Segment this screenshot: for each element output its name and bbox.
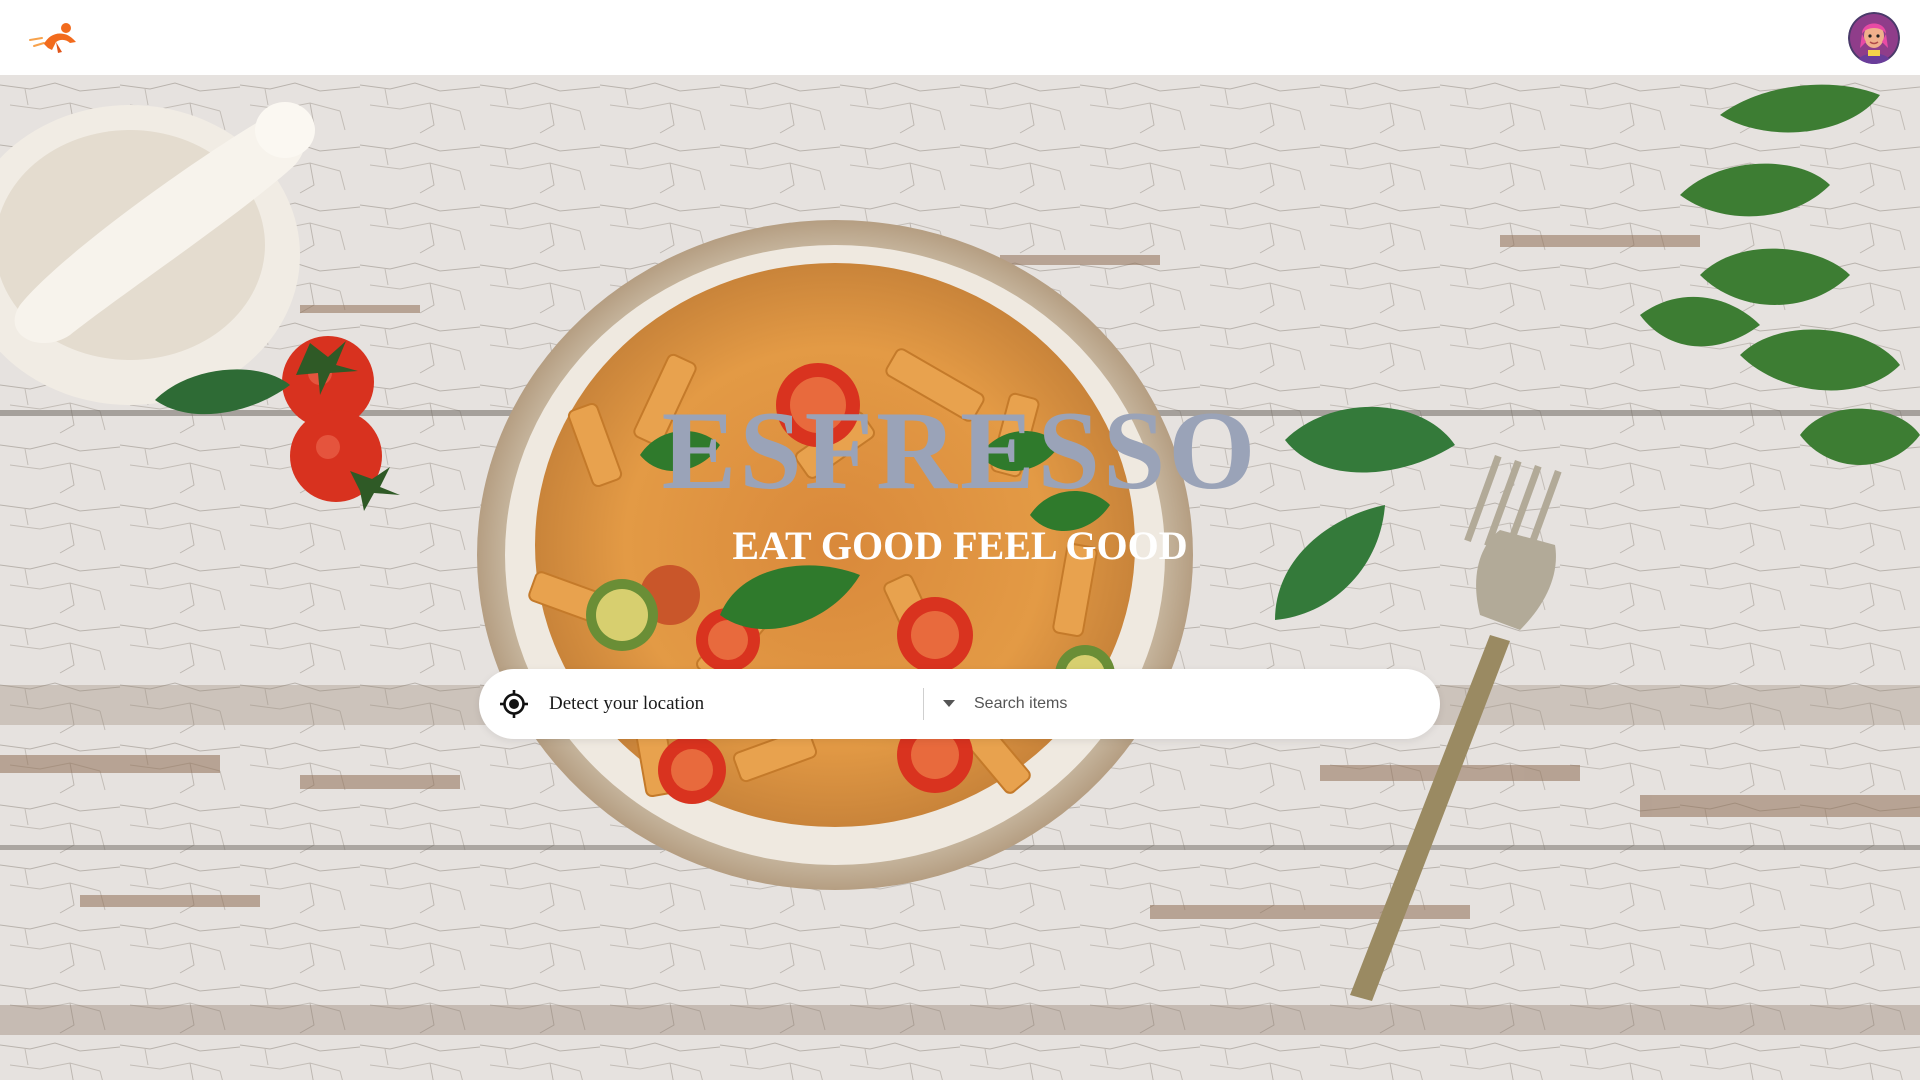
search-bar: Detect your location (479, 669, 1440, 739)
brand-tagline: EAT GOOD FEEL GOOD (732, 523, 1188, 568)
user-avatar-icon (1848, 11, 1900, 64)
user-avatar[interactable] (1848, 11, 1900, 64)
brand-title: ESFRESSO (661, 389, 1259, 513)
top-navbar (0, 0, 1920, 75)
location-label: Detect your location (549, 693, 705, 714)
location-dropdown-toggle[interactable] (924, 669, 974, 739)
hero-background-image (0, 75, 1920, 1080)
search-input[interactable] (974, 669, 1440, 739)
hero-section: ESFRESSO EAT GOOD FEEL GOOD Detect your … (0, 75, 1920, 1080)
detect-location-button[interactable]: Detect your location (479, 669, 923, 739)
brand-logo-icon[interactable] (26, 18, 80, 58)
crosshair-icon (500, 690, 528, 718)
caret-down-icon (943, 700, 955, 707)
